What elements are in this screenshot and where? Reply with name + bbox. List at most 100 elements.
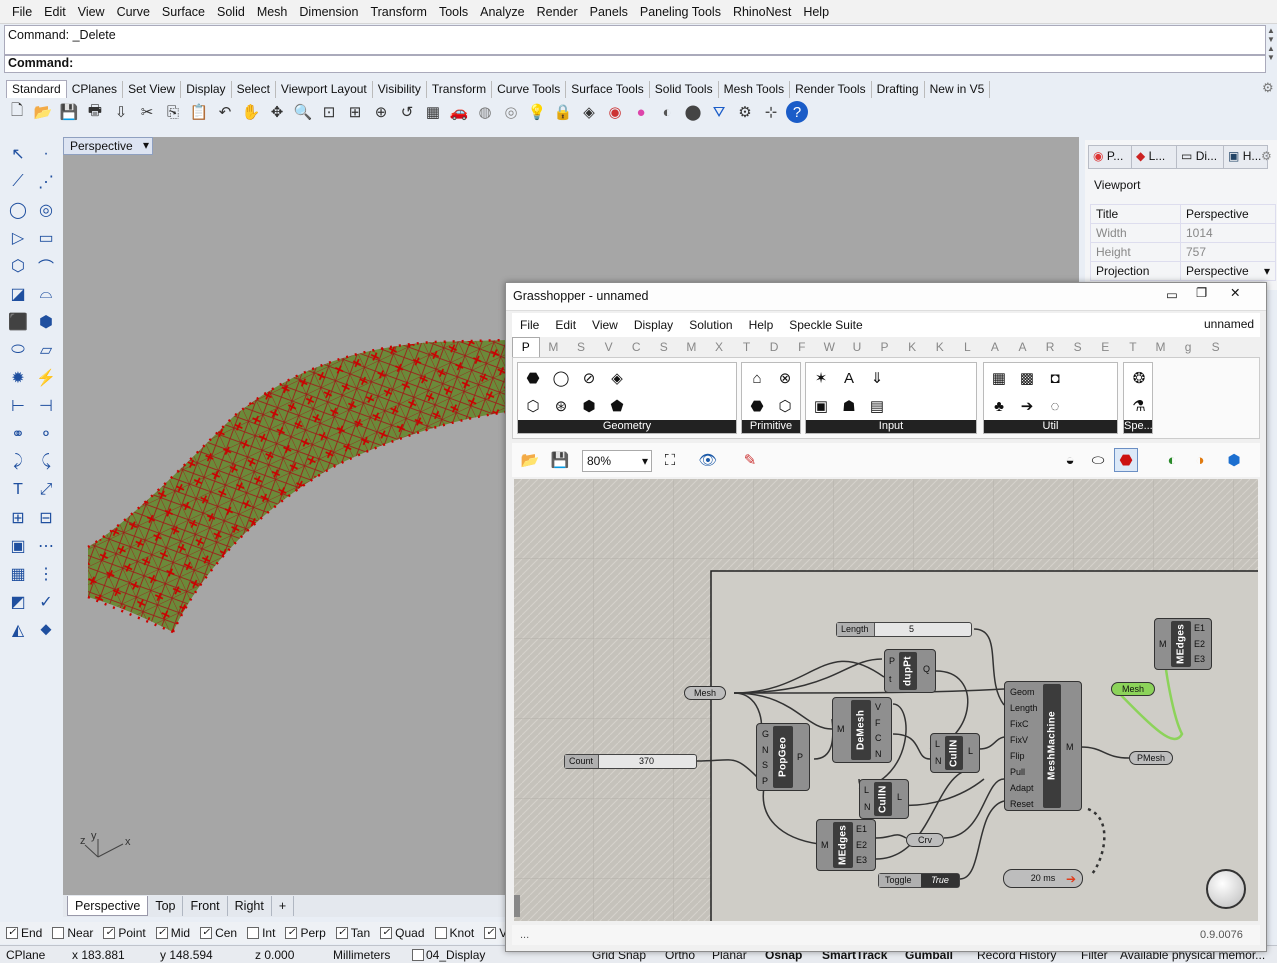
component-icon[interactable]: ⌂ — [745, 366, 769, 390]
select-tool-icon[interactable]: ↖ — [6, 142, 30, 166]
box-tool-icon[interactable]: ⬛ — [6, 310, 30, 334]
explode-tool-icon[interactable]: ✹ — [6, 366, 30, 390]
toolbar-tab-13[interactable]: Drafting — [872, 81, 925, 98]
count-slider[interactable]: Count 370 — [564, 754, 697, 769]
viewport-tab-3[interactable]: Right — [228, 896, 272, 916]
curve-point-tool-icon[interactable]: ⋰ — [34, 170, 58, 194]
arc-tool-icon[interactable]: ◎ — [34, 198, 58, 222]
component-icon[interactable]: ⬣ — [745, 394, 769, 418]
gh-tab-10[interactable]: F — [788, 340, 816, 354]
preview-wireframe-icon[interactable]: ⬭ — [1086, 448, 1110, 472]
osnap-checkbox[interactable]: ✓ — [6, 927, 18, 939]
open-file-icon[interactable]: 📂 — [518, 448, 542, 472]
menu-item-8[interactable]: Transform — [364, 5, 433, 19]
zoom-selected-icon[interactable]: ⊕ — [370, 101, 392, 123]
osnap-checkbox[interactable]: ✓ — [335, 927, 348, 939]
toolbar-tab-7[interactable]: Transform — [427, 81, 493, 98]
gh-tab-9[interactable]: D — [760, 340, 788, 354]
ribbon-group-label[interactable]: Primitive — [742, 420, 800, 433]
tab-properties[interactable]: ◉ P... — [1088, 145, 1132, 169]
check-tool-icon[interactable]: ✓ — [34, 590, 58, 614]
component-icon[interactable]: ⬢ — [577, 394, 601, 418]
toolbar-tab-3[interactable]: Display — [181, 81, 232, 98]
osnap-point[interactable]: ✓ Point — [103, 926, 146, 940]
component-icon[interactable]: ➔ — [1015, 394, 1039, 418]
prop-value[interactable]: 757 — [1180, 242, 1276, 262]
circle-tool-icon[interactable]: ◯ — [6, 198, 30, 222]
menu-item-11[interactable]: Render — [531, 5, 584, 19]
gh-tab-5[interactable]: S — [650, 340, 678, 354]
status-layer[interactable]: 04_Display — [412, 948, 485, 962]
analyze-tool-icon[interactable]: ◩ — [6, 590, 30, 614]
filter-icon[interactable]: ⛛ — [708, 101, 730, 123]
component-icon[interactable]: ⇓ — [865, 366, 889, 390]
gh-tab-2[interactable]: S — [567, 340, 595, 354]
culln-component-1[interactable]: L N CullN L — [930, 733, 980, 773]
medges-component-2[interactable]: M MEdges E1 E2 E3 — [1154, 618, 1212, 670]
paint-tool-icon[interactable]: ⬥ — [34, 618, 58, 642]
menu-item-4[interactable]: Surface — [156, 5, 211, 19]
osnap-tan[interactable]: ✓ Tan — [335, 926, 370, 940]
toolbar-options-gear-icon[interactable]: ⚙ — [1262, 80, 1274, 96]
mesh-quality-icon[interactable]: ⬢ — [1222, 448, 1246, 472]
gh-tab-25[interactable]: S — [1202, 340, 1230, 354]
undo-icon[interactable]: ↶ — [214, 101, 236, 123]
open-icon[interactable]: 📂 — [32, 101, 54, 123]
hatch-tool-icon[interactable]: ⋮ — [34, 562, 58, 586]
viewport-title[interactable]: Perspective ▾ — [63, 137, 153, 155]
gh-tab-7[interactable]: X — [705, 340, 733, 354]
gh-tab-13[interactable]: P — [871, 340, 899, 354]
osnap-checkbox[interactable] — [434, 927, 447, 939]
viewport-tab-2[interactable]: Front — [183, 896, 228, 916]
ribbon-group-label[interactable]: Input — [806, 420, 976, 433]
canvas-scrollbar[interactable] — [514, 895, 520, 917]
gh-tab-19[interactable]: R — [1036, 340, 1064, 354]
toolbar-tab-10[interactable]: Solid Tools — [650, 81, 719, 98]
command-prompt[interactable]: Command: — [4, 55, 1266, 73]
trim-tool-icon[interactable]: ⊢ — [6, 394, 30, 418]
viewport-tab-0[interactable]: Perspective — [67, 896, 149, 916]
gh-tab-11[interactable]: W — [816, 340, 844, 354]
osnap-end[interactable]: ✓ End — [6, 926, 42, 940]
component-icon[interactable]: ⚗ — [1127, 394, 1151, 418]
dimension-tool-icon[interactable]: ⤢ — [34, 478, 58, 502]
prop-value[interactable]: Perspective — [1180, 204, 1276, 224]
four-viewports-icon[interactable]: ▦ — [422, 101, 444, 123]
osnap-checkbox[interactable]: ✓ — [103, 927, 116, 939]
zoom-window-icon[interactable]: ⊡ — [318, 101, 340, 123]
component-icon[interactable]: ⊗ — [773, 366, 797, 390]
scale-tool-icon[interactable]: ⤹ — [34, 450, 58, 474]
options-gear-icon[interactable]: ⚙ — [734, 101, 756, 123]
save-icon[interactable]: 💾 — [58, 101, 80, 123]
component-icon[interactable]: ◘ — [1043, 366, 1067, 390]
render-preview-icon[interactable]: ◎ — [500, 101, 522, 123]
import-icon[interactable]: ⇩ — [110, 101, 132, 123]
component-icon[interactable]: A — [837, 366, 861, 390]
menu-item-10[interactable]: Analyze — [474, 5, 530, 19]
toolbar-tab-12[interactable]: Render Tools — [790, 81, 872, 98]
gh-tab-4[interactable]: C — [622, 340, 650, 354]
polyline-tool-icon[interactable]: ⟋ — [6, 170, 30, 194]
rotate-tool-icon[interactable]: ⤸ — [6, 450, 30, 474]
cut-icon[interactable]: ✂ — [136, 101, 158, 123]
projection-dropdown-arrow-icon[interactable]: ▾ — [1264, 264, 1270, 278]
menu-item-6[interactable]: Mesh — [251, 5, 294, 19]
layout-tool-icon[interactable]: ▦ — [6, 562, 30, 586]
osnap-near[interactable]: Near — [52, 926, 93, 940]
rotate-view-icon[interactable]: ✥ — [266, 101, 288, 123]
component-icon[interactable]: ✶ — [809, 366, 833, 390]
material-ball-icon[interactable]: ● — [630, 101, 652, 123]
osnap-quad[interactable]: ✓ Quad — [380, 926, 425, 940]
menu-item-14[interactable]: RhinoNest — [727, 5, 797, 19]
viewport-tab-4[interactable]: + — [272, 896, 295, 916]
grid-tool-icon[interactable]: ⋯ — [34, 534, 58, 558]
undo-view-icon[interactable]: ↺ — [396, 101, 418, 123]
new-icon[interactable]: 🗋 — [6, 101, 28, 123]
selected-preview-icon[interactable]: ◐ — [1160, 448, 1184, 472]
gh-tab-16[interactable]: L — [954, 340, 982, 354]
gh-tab-14[interactable]: K — [898, 340, 926, 354]
osnap-int[interactable]: Int — [247, 926, 275, 940]
group-tool-icon[interactable]: ⚬ — [34, 422, 58, 446]
ribbon-group-label[interactable]: Geometry — [518, 420, 736, 433]
menu-item-13[interactable]: Paneling Tools — [634, 5, 727, 19]
